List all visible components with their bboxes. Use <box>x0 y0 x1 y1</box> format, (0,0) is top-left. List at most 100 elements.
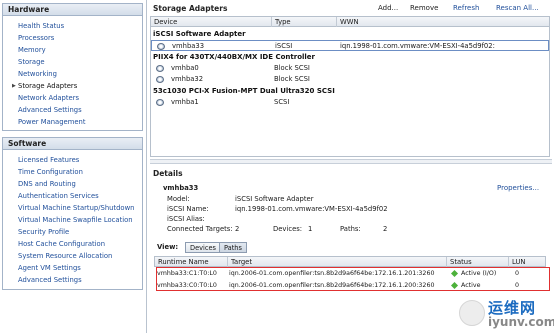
column-device[interactable]: Device <box>151 17 272 27</box>
sidebar-item-label: Security Profile <box>18 228 70 236</box>
sidebar-item-health-status[interactable]: Health Status <box>3 20 142 32</box>
iscsi-name-value: iqn.1998-01.com.vmware:VM-ESXI-4a5d9f02 <box>235 205 388 213</box>
sidebar-item-authentication-services[interactable]: Authentication Services <box>3 190 142 202</box>
refresh-button[interactable]: Refresh <box>453 4 479 12</box>
sidebar-item-label: Host Cache Configuration <box>18 240 106 248</box>
column-target[interactable]: Target <box>228 257 447 267</box>
column-wwn[interactable]: WWN <box>337 17 549 27</box>
sidebar-item-label: DNS and Routing <box>18 180 76 188</box>
sidebar-item-host-cache-configuration[interactable]: Host Cache Configuration <box>3 238 142 250</box>
adapter-icon <box>156 65 164 72</box>
adapter-icon <box>156 99 164 106</box>
sidebar-item-processors[interactable]: Processors <box>3 32 142 44</box>
adapter-device: vmhba32 <box>171 75 204 83</box>
sidebar-item-label: Networking <box>18 70 57 78</box>
details-title: Details <box>153 169 183 178</box>
sidebar-item-label: Time Configuration <box>18 168 83 176</box>
view-label: View: <box>157 243 179 251</box>
view-devices-button[interactable]: Devices <box>185 242 221 253</box>
iscsi-name-label: iSCSI Name: <box>167 205 209 213</box>
sidebar-item-licensed-features[interactable]: Licensed Features <box>3 154 142 166</box>
sidebar-item-virtual-machine-startup-shutdown[interactable]: Virtual Machine Startup/Shutdown <box>3 202 142 214</box>
adapter-row-vmhba33[interactable]: vmhba33 iSCSI iqn.1998-01.com.vmware:VM-… <box>151 40 549 51</box>
sidebar-item-label: Agent VM Settings <box>18 264 81 272</box>
pane-splitter[interactable] <box>150 159 552 164</box>
adapter-type: Block SCSI <box>274 64 310 72</box>
column-status[interactable]: Status <box>447 257 509 267</box>
devices-value: 1 <box>308 225 313 233</box>
software-section: Software Licensed Features Time Configura… <box>2 137 143 290</box>
sidebar-item-system-resource-allocation[interactable]: System Resource Allocation <box>3 250 142 262</box>
group-piix4: PIIX4 for 430TX/440BX/MX IDE Controller <box>153 53 315 61</box>
sidebar-item-label: Virtual Machine Startup/Shutdown <box>18 204 135 212</box>
devices-label: Devices: <box>273 225 303 233</box>
properties-link[interactable]: Properties... <box>497 184 539 192</box>
sidebar-item-advanced-settings[interactable]: Advanced Settings <box>3 104 142 116</box>
watermark-line2: iyunv.com <box>488 315 554 329</box>
sidebar-item-power-management[interactable]: Power Management <box>3 116 142 128</box>
paths-table-header: Runtime Name Target Status LUN <box>154 256 546 267</box>
group-iscsi: iSCSI Software Adapter <box>153 30 246 38</box>
selected-arrow-icon: ▶ <box>12 83 16 89</box>
sidebar-item-storage[interactable]: Storage <box>3 56 142 68</box>
remove-button[interactable]: Remove <box>410 4 438 12</box>
adapter-row-vmhba32[interactable]: vmhba32 Block SCSI <box>151 74 549 85</box>
view-paths-button[interactable]: Paths <box>219 242 247 253</box>
adapter-row-vmhba1[interactable]: vmhba1 SCSI <box>151 97 549 108</box>
sidebar-item-dns-and-routing[interactable]: DNS and Routing <box>3 178 142 190</box>
adapter-device: vmhba0 <box>171 64 199 72</box>
left-nav-panel: Hardware Health Status Processors Memory St… <box>0 0 147 333</box>
highlight-box <box>156 267 550 291</box>
model-value: iSCSI Software Adapter <box>235 195 314 203</box>
adapter-wwn: iqn.1998-01.com.vmware:VM-ESXI-4a5d9f02: <box>340 42 495 50</box>
sidebar-item-label: Advanced Settings <box>18 276 82 284</box>
sidebar-item-agent-vm-settings[interactable]: Agent VM Settings <box>3 262 142 274</box>
sidebar-item-networking[interactable]: Networking <box>3 68 142 80</box>
sidebar-item-label: Storage <box>18 58 45 66</box>
adapter-type: iSCSI <box>275 42 293 50</box>
model-label: Model: <box>167 195 190 203</box>
sidebar-item-label: Storage Adapters <box>18 82 78 90</box>
adapter-row-vmhba0[interactable]: vmhba0 Block SCSI <box>151 63 549 74</box>
sidebar-item-label: Health Status <box>18 22 65 30</box>
add-button[interactable]: Add... <box>378 4 398 12</box>
watermark-logo: 运维网 iyunv.com <box>458 297 554 333</box>
sidebar-item-time-configuration[interactable]: Time Configuration <box>3 166 142 178</box>
sidebar-item-label: Processors <box>18 34 55 42</box>
rescan-all-button[interactable]: Rescan All... <box>496 4 539 12</box>
sidebar-item-memory[interactable]: Memory <box>3 44 142 56</box>
paths-label: Paths: <box>340 225 361 233</box>
hardware-nav-list: Health Status Processors Memory Storage Netw… <box>3 16 142 128</box>
logo-icon <box>459 300 485 326</box>
adapter-icon <box>157 43 165 50</box>
adapters-table-header: Device Type WWN <box>150 16 550 27</box>
hardware-section: Hardware Health Status Processors Memory St… <box>2 3 143 131</box>
sidebar-item-label: Memory <box>18 46 46 54</box>
paths-value: 2 <box>383 225 388 233</box>
adapter-icon <box>156 76 164 83</box>
hardware-section-title: Hardware <box>3 4 142 16</box>
sidebar-item-label: Virtual Machine Swapfile Location <box>18 216 133 224</box>
column-runtime-name[interactable]: Runtime Name <box>155 257 228 267</box>
sidebar-item-virtual-machine-swapfile-location[interactable]: Virtual Machine Swapfile Location <box>3 214 142 226</box>
sidebar-item-label: Licensed Features <box>18 156 80 164</box>
sidebar-item-label: System Resource Allocation <box>18 252 113 260</box>
sidebar-item-security-profile[interactable]: Security Profile <box>3 226 142 238</box>
adapter-device: vmhba1 <box>171 98 199 106</box>
adapter-type: Block SCSI <box>274 75 310 83</box>
adapter-device: vmhba33 <box>172 42 205 50</box>
sidebar-item-storage-adapters[interactable]: ▶ Storage Adapters <box>3 80 142 92</box>
column-lun[interactable]: LUN <box>509 257 547 267</box>
software-section-title: Software <box>3 138 142 150</box>
adapter-type: SCSI <box>274 98 290 106</box>
details-adapter-name: vmhba33 <box>163 184 199 192</box>
connected-targets-value: 2 <box>235 225 240 233</box>
sidebar-item-network-adapters[interactable]: Network Adapters <box>3 92 142 104</box>
storage-adapters-title: Storage Adapters <box>153 4 228 13</box>
sidebar-item-label: Authentication Services <box>18 192 99 200</box>
sidebar-item-label: Power Management <box>18 118 86 126</box>
sidebar-item-label: Network Adapters <box>18 94 80 102</box>
software-nav-list: Licensed Features Time Configuration DNS a… <box>3 150 142 286</box>
column-type[interactable]: Type <box>272 17 337 27</box>
sidebar-item-advanced-settings[interactable]: Advanced Settings <box>3 274 142 286</box>
